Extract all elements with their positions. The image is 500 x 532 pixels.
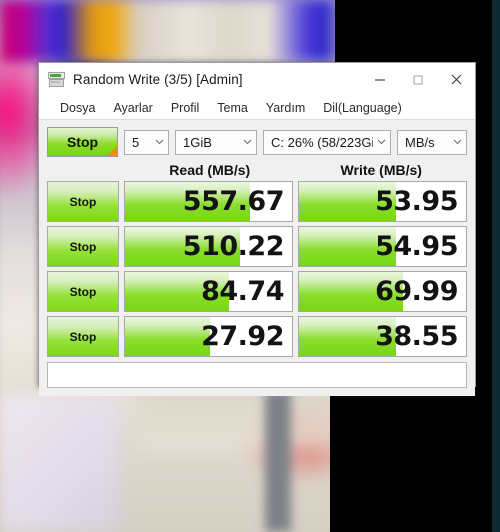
write-result-3: 69.99 — [298, 271, 467, 312]
table-row: Stop 27.92 38.55 — [47, 316, 467, 357]
title-bar[interactable]: Random Write (3/5) [Admin] — [39, 63, 475, 96]
window-controls — [361, 63, 475, 96]
write-value: 54.95 — [375, 231, 458, 262]
minimize-button[interactable] — [361, 63, 399, 96]
status-bar — [47, 362, 467, 388]
test-count-select[interactable]: 5 — [124, 129, 169, 155]
chevron-down-icon — [373, 139, 390, 145]
read-value: 27.92 — [201, 321, 284, 352]
read-result-2: 510.22 — [124, 226, 293, 267]
menu-item-tema[interactable]: Tema — [208, 101, 257, 115]
read-value: 510.22 — [182, 231, 285, 262]
background-person — [0, 395, 120, 532]
write-column-header: Write (MB/s) — [340, 161, 422, 178]
row-stop-label: Stop — [69, 239, 97, 254]
drive-value: C: 26% (58/223GiB) — [271, 134, 373, 150]
disk-drive-icon — [48, 71, 65, 88]
read-result-1: 557.67 — [124, 181, 293, 222]
toolbar: Stop 5 1GiB C: 26% (58/223GiB) — [47, 127, 467, 157]
row-stop-label: Stop — [69, 284, 97, 299]
read-result-3: 84.74 — [124, 271, 293, 312]
menu-item-ayarlar[interactable]: Ayarlar — [104, 101, 161, 115]
read-result-4: 27.92 — [124, 316, 293, 357]
row-stop-label: Stop — [69, 194, 97, 209]
table-row: Stop 510.22 54.95 — [47, 226, 467, 267]
stop-all-button[interactable]: Stop — [47, 127, 118, 157]
write-result-4: 38.55 — [298, 316, 467, 357]
window-body: Stop 5 1GiB C: 26% (58/223GiB) — [39, 120, 475, 396]
drive-select[interactable]: C: 26% (58/223GiB) — [263, 129, 391, 155]
row-stop-button-1[interactable]: Stop — [47, 181, 119, 222]
test-count-value: 5 — [132, 134, 140, 150]
menu-item-dosya[interactable]: Dosya — [51, 101, 104, 115]
menu-item-yardim[interactable]: Yardım — [257, 101, 314, 115]
read-bar-fill — [125, 317, 211, 356]
background-post — [265, 390, 291, 532]
unit-select[interactable]: MB/s — [397, 129, 467, 155]
background-black-panel-lower — [330, 380, 500, 532]
chevron-down-icon — [449, 139, 466, 145]
background-right-edge — [492, 0, 500, 532]
results-table: Stop 557.67 53.95 Stop 510.22 54.95 Stop… — [47, 181, 467, 357]
maximize-button[interactable] — [399, 63, 437, 96]
chevron-down-icon — [239, 139, 256, 145]
column-headers: Read (MB/s) Write (MB/s) — [47, 159, 467, 180]
write-result-1: 53.95 — [298, 181, 467, 222]
row-stop-button-4[interactable]: Stop — [47, 316, 119, 357]
read-column-header: Read (MB/s) — [169, 161, 251, 178]
row-stop-button-3[interactable]: Stop — [47, 271, 119, 312]
row-stop-button-2[interactable]: Stop — [47, 226, 119, 267]
table-row: Stop 84.74 69.99 — [47, 271, 467, 312]
write-value: 53.95 — [375, 186, 458, 217]
write-result-2: 54.95 — [298, 226, 467, 267]
write-value: 69.99 — [375, 276, 458, 307]
write-value: 38.55 — [375, 321, 458, 352]
menu-bar: Dosya Ayarlar Profil Tema Yardım Dil(Lan… — [39, 96, 475, 120]
close-button[interactable] — [437, 63, 475, 96]
resize-corner-icon — [107, 146, 117, 156]
table-row: Stop 557.67 53.95 — [47, 181, 467, 222]
test-size-select[interactable]: 1GiB — [175, 129, 257, 155]
read-value: 557.67 — [182, 186, 285, 217]
test-size-value: 1GiB — [183, 134, 212, 150]
chevron-down-icon — [151, 139, 168, 145]
row-stop-label: Stop — [69, 329, 97, 344]
window-title: Random Write (3/5) [Admin] — [73, 72, 243, 87]
read-value: 84.74 — [201, 276, 284, 307]
crystaldiskmark-window: Random Write (3/5) [Admin] Dosya Ayarlar… — [38, 62, 476, 396]
menu-item-dil[interactable]: Dil(Language) — [314, 101, 411, 115]
unit-value: MB/s — [405, 134, 435, 150]
stop-all-label: Stop — [66, 134, 99, 150]
menu-item-profil[interactable]: Profil — [162, 101, 208, 115]
